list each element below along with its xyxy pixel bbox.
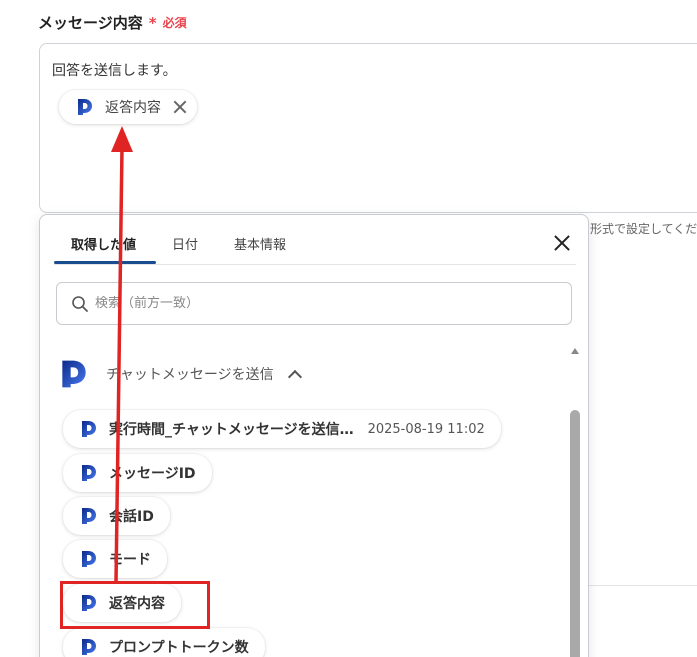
annotation-arrow <box>111 126 133 583</box>
